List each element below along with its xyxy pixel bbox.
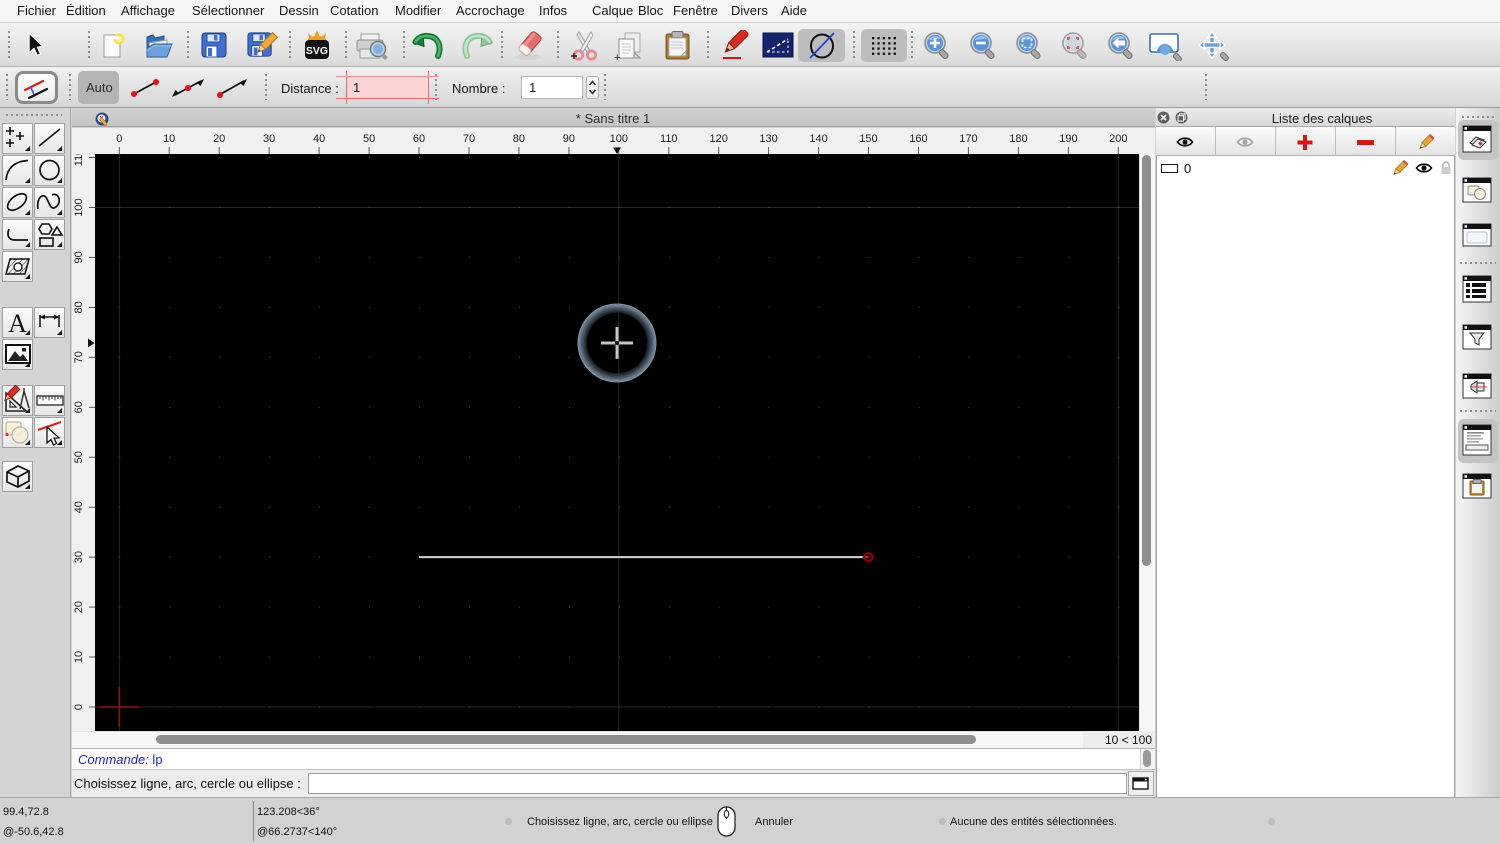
svg-text:20: 20 [213,133,225,145]
svg-text:+: + [614,52,620,62]
svg-text:10: 10 [163,133,175,145]
svg-text:40: 40 [313,133,325,145]
svg-text:40: 40 [73,501,85,513]
svg-text:180: 180 [1009,133,1027,145]
svg-text:SVG: SVG [306,45,328,57]
svg-text:50: 50 [73,451,85,463]
svg-text:0: 0 [116,133,122,145]
svg-text:80: 80 [513,133,525,145]
svg-text:60: 60 [413,133,425,145]
svg-text:110: 110 [660,133,678,145]
svg-text:160: 160 [909,133,927,145]
svg-text:10: 10 [73,651,85,663]
svg-text:90: 90 [73,251,85,263]
svg-text:70: 70 [463,133,475,145]
svg-text:80: 80 [73,301,85,313]
svg-text:150: 150 [859,133,877,145]
svg-text:140: 140 [809,133,827,145]
svg-text:200: 200 [1109,133,1127,145]
svg-text:100: 100 [610,133,628,145]
svg-text:110: 110 [73,154,85,166]
svg-text:70: 70 [73,351,85,363]
svg-text:20: 20 [73,601,85,613]
svg-text:170: 170 [959,133,977,145]
svg-text:120: 120 [710,133,728,145]
svg-text:0: 0 [73,704,85,710]
svg-text:50: 50 [363,133,375,145]
svg-text:60: 60 [73,401,85,413]
svg-text:90: 90 [563,133,575,145]
svg-text:30: 30 [263,133,275,145]
svg-text:30: 30 [73,551,85,563]
svg-text:100: 100 [73,198,85,216]
svg-text:190: 190 [1059,133,1077,145]
svg-text:130: 130 [759,133,777,145]
svg-text:A: A [8,309,27,338]
